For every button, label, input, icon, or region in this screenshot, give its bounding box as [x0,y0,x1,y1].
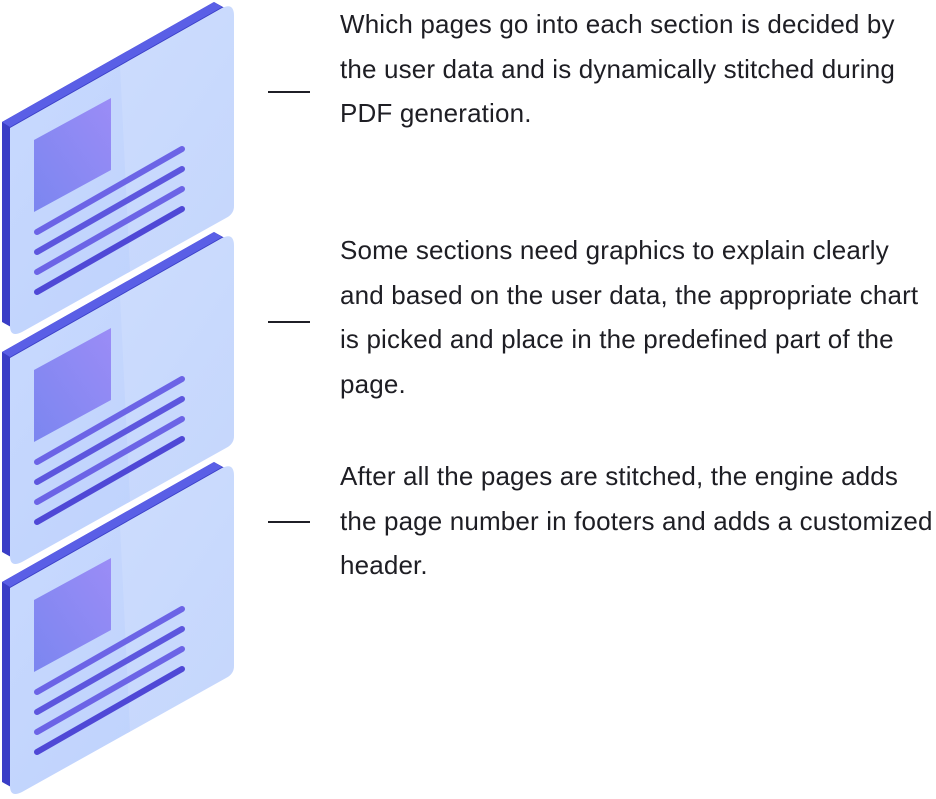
step-description: Which pages go into each section is deci… [340,9,895,129]
dash-marker [268,91,310,93]
page-stack-illustration [0,0,240,794]
step-description: After all the pages are stitched, the en… [340,461,933,581]
step-description: Some sections need graphics to explain c… [340,235,919,399]
dash-marker [268,321,310,323]
dash-marker [268,521,310,523]
